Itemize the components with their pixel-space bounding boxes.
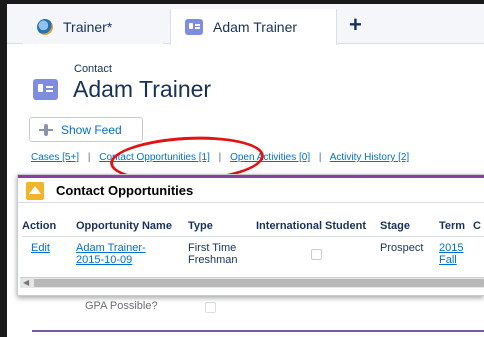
section-divider (32, 330, 484, 332)
tab-trainer[interactable]: Trainer* (23, 9, 163, 44)
popup-title: Contact Opportunities (56, 183, 194, 198)
separator: | (318, 152, 322, 163)
scroll-left-arrow-icon[interactable]: ◀ (23, 278, 29, 287)
page-title: Adam Trainer (73, 76, 212, 102)
column-header-term[interactable]: Term (439, 220, 465, 232)
show-feed-button[interactable]: Show Feed (29, 117, 143, 142)
type-value-line1: First Time (188, 242, 237, 254)
separator: | (87, 152, 91, 163)
related-list-hover-popup: Contact Opportunities Action Opportunity… (17, 174, 484, 296)
contact-icon (185, 19, 203, 35)
background-field-label: GPA Possible? (85, 300, 158, 312)
type-value-line2: Freshman (188, 254, 238, 266)
tab-adam-trainer[interactable]: Adam Trainer (170, 9, 337, 45)
term-link-line1[interactable]: 2015 (439, 242, 463, 254)
scrollbar-thumb[interactable] (34, 279, 484, 287)
column-header-truncated[interactable]: C (473, 220, 481, 232)
show-feed-label: Show Feed (61, 122, 122, 137)
column-header-stage[interactable]: Stage (380, 220, 410, 232)
console-tab-bar: Trainer* Adam Trainer + (7, 4, 484, 45)
international-student-checkbox (311, 249, 322, 260)
stage-value: Prospect (380, 242, 424, 254)
popup-header: Contact Opportunities (18, 175, 484, 203)
tab-label: Adam Trainer (213, 19, 298, 35)
link-activity-history[interactable]: Activity History [2] (330, 152, 409, 163)
column-header-opportunity-name[interactable]: Opportunity Name (76, 220, 172, 232)
column-header-action: Action (22, 220, 57, 232)
term-link-line2[interactable]: Fall (439, 254, 457, 266)
opportunity-name-link-line2[interactable]: 2015-10-09 (76, 254, 132, 266)
tab-label: Trainer* (63, 18, 113, 35)
background-checkbox (205, 302, 216, 313)
column-header-type[interactable]: Type (188, 220, 213, 232)
column-header-international-student[interactable]: International Student (256, 220, 366, 232)
contact-record-icon (33, 79, 58, 100)
header-row-divider (22, 236, 484, 237)
window-frame-left (0, 0, 7, 337)
opportunity-name-link-line1[interactable]: Adam Trainer- (76, 242, 146, 254)
new-tab-plus-icon[interactable]: + (349, 12, 362, 38)
link-cases[interactable]: Cases [5+] (31, 152, 79, 163)
edit-link[interactable]: Edit (31, 242, 50, 254)
trainer-icon (37, 18, 53, 35)
crown-icon (26, 182, 44, 200)
feed-icon (39, 123, 53, 136)
object-type-label: Contact (74, 63, 112, 75)
horizontal-scrollbar[interactable]: ◀ (20, 277, 484, 288)
